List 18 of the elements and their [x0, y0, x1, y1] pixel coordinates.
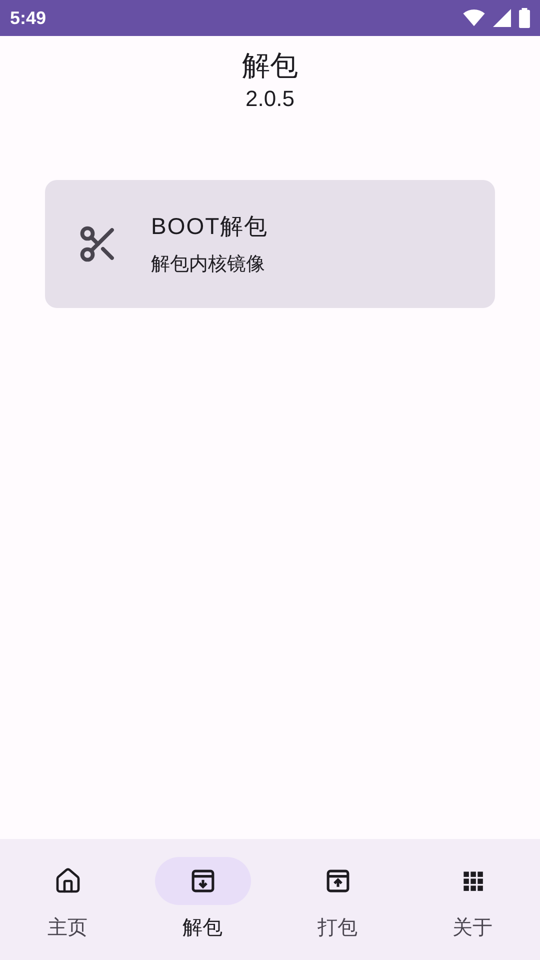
nav-label: 主页: [48, 916, 88, 941]
wifi-icon: [463, 9, 485, 27]
signal-icon: [493, 9, 511, 27]
card-subtitle: 解包内核镜像: [151, 253, 266, 277]
nav-item[interactable]: 关于: [405, 839, 540, 960]
page-title: 解包: [242, 49, 298, 83]
nav-item[interactable]: 解包: [135, 839, 270, 960]
home-icon: [54, 867, 82, 895]
status-time: 5:49: [10, 6, 46, 30]
nav-label: 打包: [318, 916, 358, 941]
card-title: BOOT解包: [151, 212, 268, 240]
nav-label: 关于: [452, 916, 492, 941]
version-text: 2.0.5: [246, 85, 294, 113]
nav-label: 解包: [182, 916, 222, 941]
unpack-card[interactable]: BOOT解包 解包内核镜像: [45, 180, 495, 308]
nav-item[interactable]: 打包: [270, 839, 405, 960]
battery-icon: [519, 8, 530, 28]
nav-item[interactable]: 主页: [0, 839, 135, 960]
